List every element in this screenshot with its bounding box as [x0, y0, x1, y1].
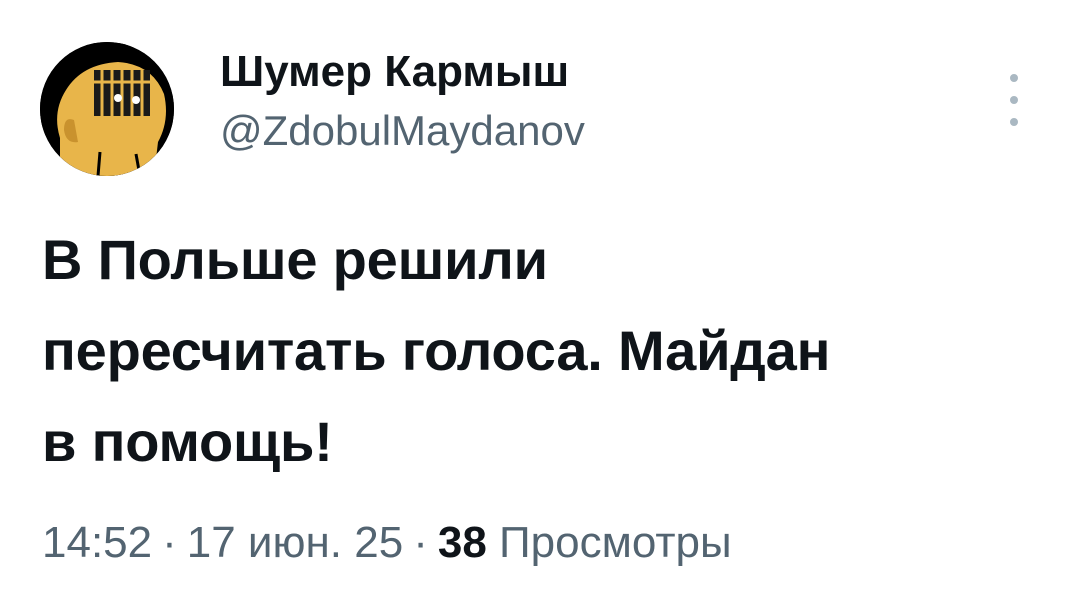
views-label: Просмотры — [499, 518, 732, 567]
tweet-meta: 14:52 · 17 июн. 25 · 38 Просмотры — [42, 514, 732, 572]
avatar-image — [40, 42, 174, 176]
tweet-text-line: в помощь! — [42, 410, 333, 473]
meta-separator: · — [413, 518, 428, 567]
tweet-text-line: В Польше решили — [42, 228, 548, 291]
avatar[interactable] — [40, 42, 174, 176]
author-handle[interactable]: @ZdobulMaydanov — [220, 104, 585, 158]
meta-separator: · — [162, 518, 177, 567]
tweet-text-line: пересчитать голоса. Майдан — [42, 319, 831, 382]
more-vertical-icon[interactable] — [996, 74, 1032, 126]
tweet-text: В Польше решили пересчитать голоса. Майд… — [42, 214, 1042, 487]
tweet-date[interactable]: 17 июн. 25 — [187, 518, 403, 567]
views-count: 38 — [437, 518, 487, 567]
more-dot — [1010, 96, 1018, 104]
tweet-time[interactable]: 14:52 — [42, 518, 152, 567]
author-display-name[interactable]: Шумер Кармыш — [220, 44, 569, 100]
more-dot — [1010, 118, 1018, 126]
more-dot — [1010, 74, 1018, 82]
